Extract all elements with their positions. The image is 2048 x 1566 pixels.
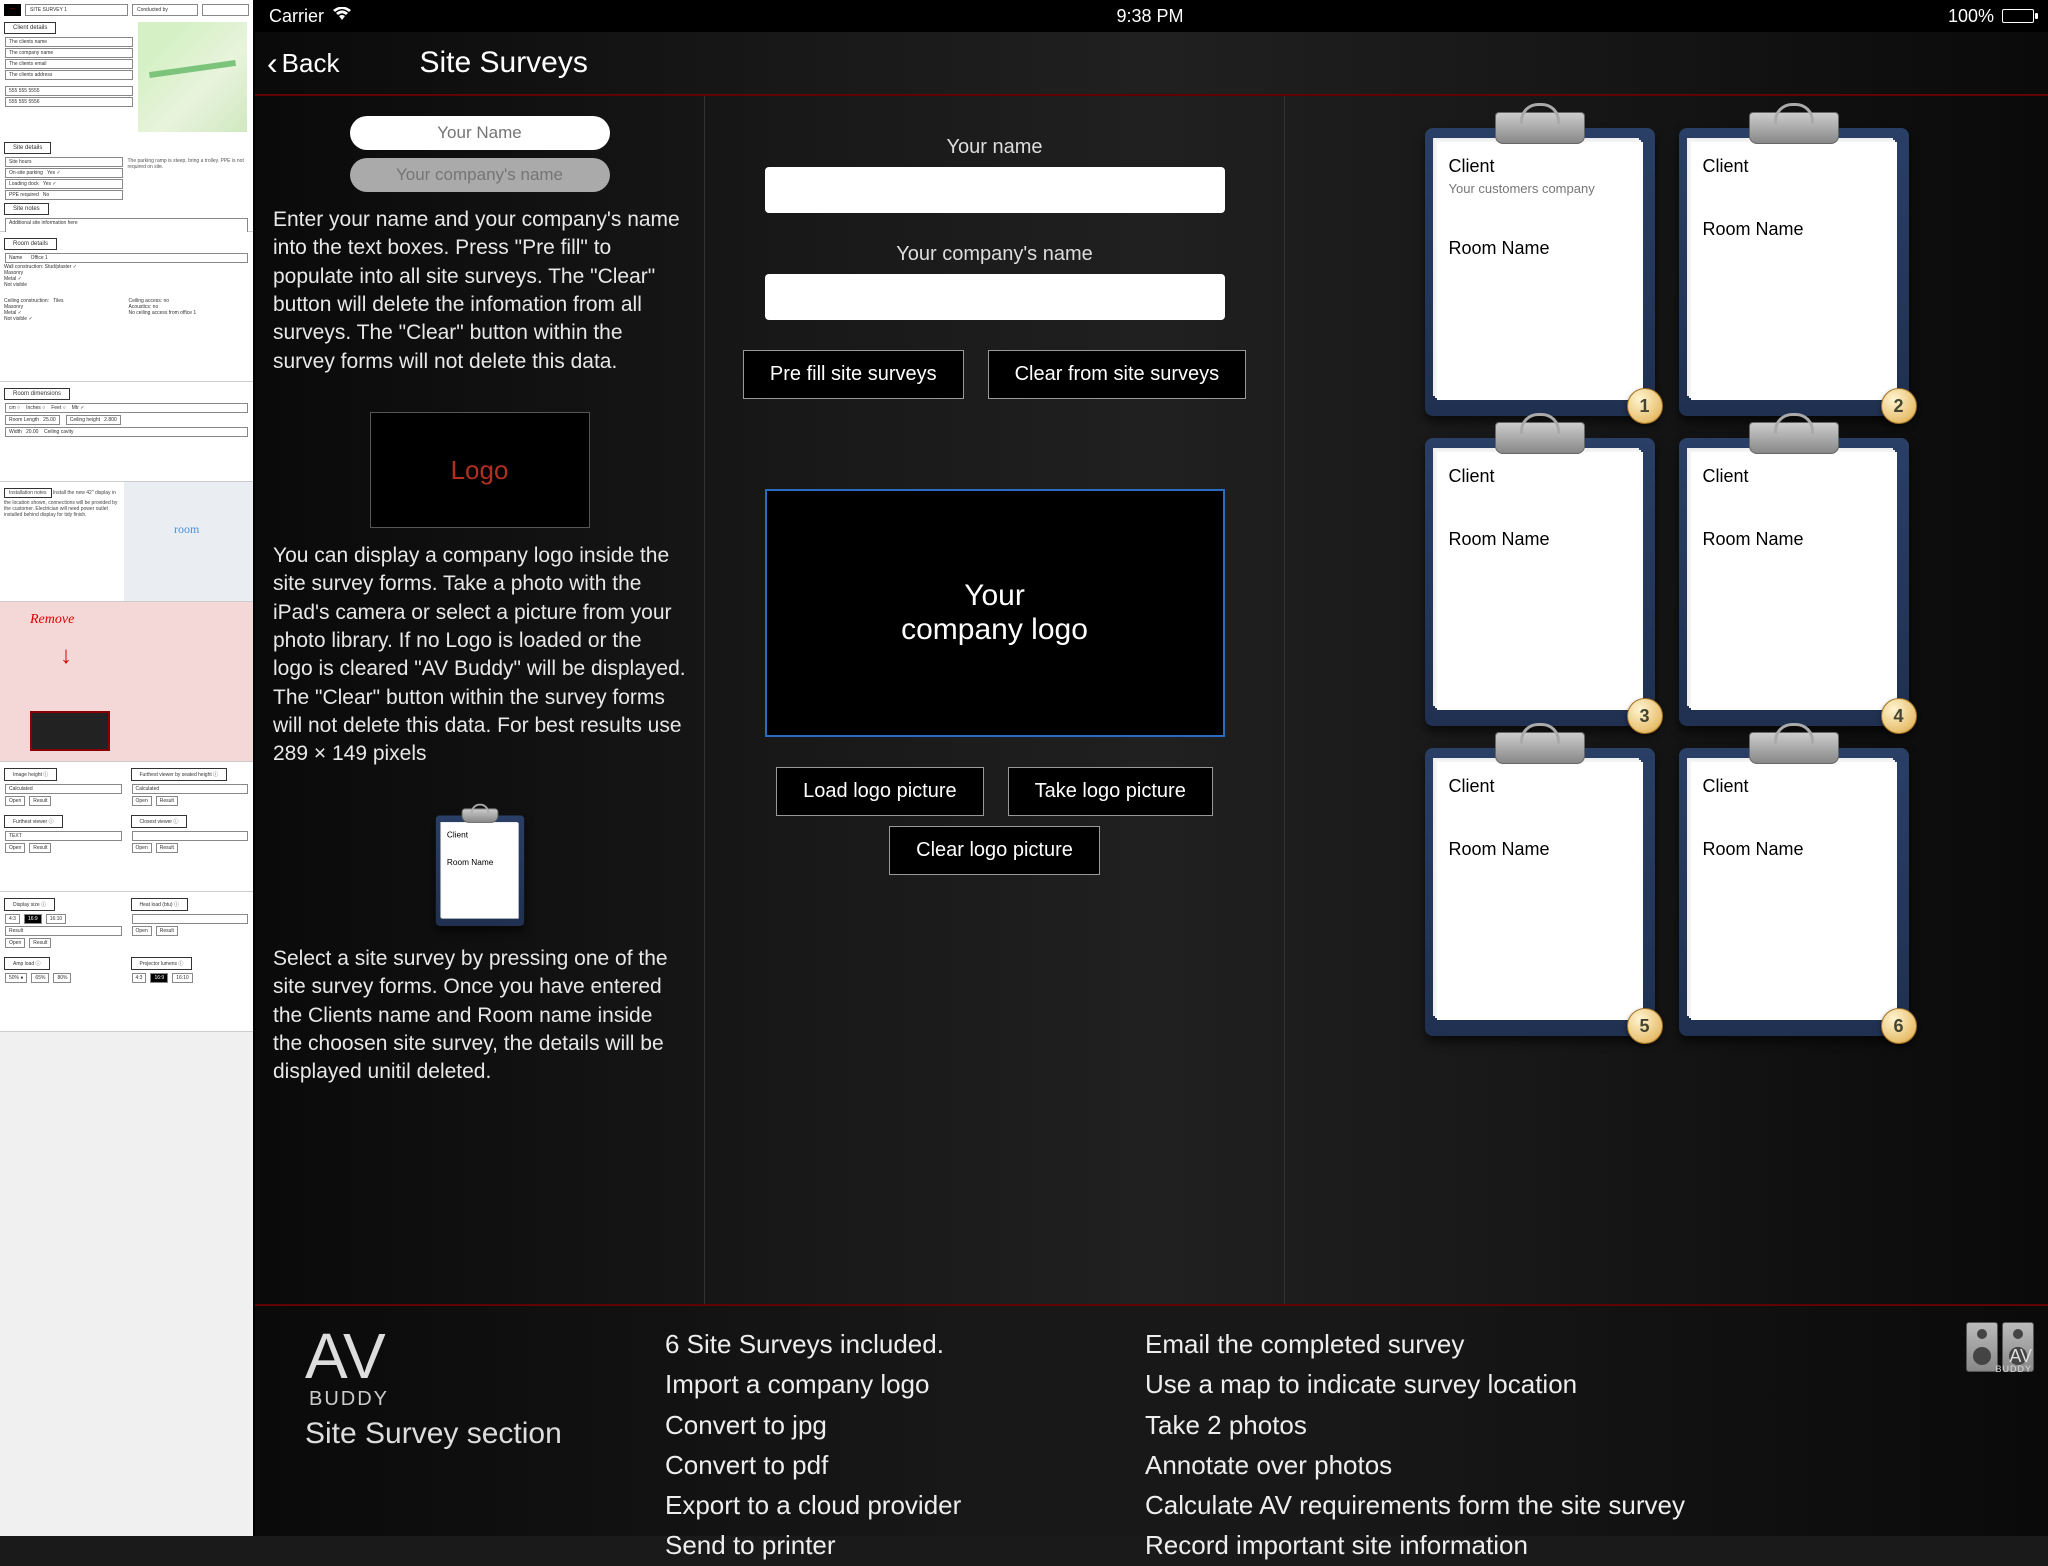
- survey-clipboard-2[interactable]: Client Room Name 2: [1679, 116, 1909, 416]
- thumb-5[interactable]: Remove ↓: [0, 602, 253, 762]
- instr-name-input[interactable]: [350, 116, 610, 150]
- survey-client: Client: [1449, 776, 1631, 797]
- footer-buddy: BUDDY: [309, 1388, 625, 1411]
- footer-item: Take 2 photos: [1145, 1405, 1685, 1445]
- thumb-4[interactable]: Installation notes Install the new 42" d…: [0, 482, 253, 602]
- status-bar: Carrier 9:38 PM 100%: [255, 0, 2048, 32]
- survey-number-badge: 6: [1881, 1008, 1917, 1044]
- footer-item: Convert to pdf: [665, 1445, 1105, 1485]
- wifi-icon: [332, 7, 352, 26]
- instructions-column: Enter your name and your company's name …: [255, 96, 705, 1304]
- instr-text-2: You can display a company logo inside th…: [273, 542, 686, 769]
- clip-icon: [1495, 422, 1585, 454]
- prefill-button[interactable]: Pre fill site surveys: [743, 350, 964, 399]
- clip-icon: [1749, 112, 1839, 144]
- footer-item: Record important site information: [1145, 1525, 1685, 1565]
- clock: 9:38 PM: [1116, 6, 1183, 27]
- battery-icon: [2002, 9, 2034, 23]
- footer-item: Convert to jpg: [665, 1405, 1105, 1445]
- name-field-label: Your name: [947, 136, 1043, 159]
- survey-clipboard-1[interactable]: Client Your customers company Room Name …: [1425, 116, 1655, 416]
- survey-clipboard-6[interactable]: Client Room Name 6: [1679, 736, 1909, 1036]
- logo-preview-thumb: Logo: [370, 412, 590, 528]
- survey-clipboard-4[interactable]: Client Room Name 4: [1679, 426, 1909, 726]
- survey-clipboard-3[interactable]: Client Room Name 3: [1425, 426, 1655, 726]
- survey-room: Room Name: [1703, 529, 1885, 550]
- instr-text-1: Enter your name and your company's name …: [273, 206, 686, 376]
- footer-av: AV: [305, 1324, 625, 1388]
- surveys-column: Client Your customers company Room Name …: [1285, 96, 2048, 1304]
- thumb-7[interactable]: Display size ⓘ 4:316:916:10 Result OpenR…: [0, 892, 253, 1032]
- survey-company: Your customers company: [1449, 181, 1631, 196]
- logo-line-1: Your: [964, 579, 1025, 613]
- carrier-label: Carrier: [269, 6, 324, 27]
- survey-client: Client: [1449, 466, 1631, 487]
- company-input[interactable]: [765, 274, 1225, 320]
- thumb-2[interactable]: Room details Name Office 1 Wall construc…: [0, 232, 253, 382]
- footer-item: Calculate AV requirements form the site …: [1145, 1485, 1685, 1525]
- clip-icon: [1749, 422, 1839, 454]
- av-buddy-logo: AVBUDDY: [1966, 1322, 2034, 1372]
- back-label: Back: [282, 48, 340, 79]
- footer-item: Import a company logo: [665, 1364, 1105, 1404]
- footer-brand: AV BUDDY Site Survey section: [305, 1324, 625, 1526]
- survey-room: Room Name: [1703, 839, 1885, 860]
- battery-percent: 100%: [1948, 6, 1994, 27]
- company-logo-box[interactable]: Your company logo: [765, 489, 1225, 737]
- thumb-1[interactable]: — SITE SURVEY 1 Conducted by Client deta…: [0, 0, 253, 232]
- thumb-3[interactable]: Room dimensions cm ○Inches ○Feet ○Mtr ✓ …: [0, 382, 253, 482]
- clip-icon: [1495, 732, 1585, 764]
- survey-clipboard-5[interactable]: Client Room Name 5: [1425, 736, 1655, 1036]
- logo-preview-label: Logo: [451, 455, 509, 486]
- footer-item: Annotate over photos: [1145, 1445, 1685, 1485]
- instr-text-3: Select a site survey by pressing one of …: [273, 945, 686, 1087]
- survey-client: Client: [1703, 156, 1885, 177]
- footer-item: Use a map to indicate survey location: [1145, 1364, 1685, 1404]
- speaker-icon: [1966, 1322, 1998, 1372]
- survey-number-badge: 4: [1881, 698, 1917, 734]
- footer-item: Email the completed survey: [1145, 1324, 1685, 1364]
- footer: AV BUDDY Site Survey section 6 Site Surv…: [255, 1306, 2048, 1536]
- clear-surveys-button[interactable]: Clear from site surveys: [988, 350, 1247, 399]
- footer-item: 6 Site Surveys included.: [665, 1324, 1105, 1364]
- mini-clipboard-icon: Client Room Name: [435, 810, 523, 926]
- name-input[interactable]: [765, 167, 1225, 213]
- back-button[interactable]: ‹ Back: [267, 47, 339, 79]
- sidebar-thumbnails: — SITE SURVEY 1 Conducted by Client deta…: [0, 0, 255, 1536]
- survey-number-badge: 3: [1627, 698, 1663, 734]
- thumb-6[interactable]: Image height ⓘ Calculated OpenResult Fur…: [0, 762, 253, 892]
- take-logo-button[interactable]: Take logo picture: [1008, 767, 1213, 816]
- chevron-left-icon: ‹: [267, 47, 278, 79]
- survey-room: Room Name: [1449, 529, 1631, 550]
- logo-line-2: company logo: [901, 613, 1088, 647]
- company-field-label: Your company's name: [896, 243, 1093, 266]
- survey-number-badge: 1: [1627, 388, 1663, 424]
- footer-item: Send to printer: [665, 1525, 1105, 1565]
- center-column: Your name Your company's name Pre fill s…: [705, 96, 1285, 1304]
- footer-features-1: 6 Site Surveys included.Import a company…: [665, 1324, 1105, 1526]
- survey-client: Client: [1703, 466, 1885, 487]
- survey-room: Room Name: [1449, 238, 1631, 259]
- survey-client: Client: [1449, 156, 1631, 177]
- survey-client: Client: [1703, 776, 1885, 797]
- clear-logo-button[interactable]: Clear logo picture: [889, 826, 1100, 875]
- page-title: Site Surveys: [419, 46, 587, 80]
- footer-item: Export to a cloud provider: [665, 1485, 1105, 1525]
- footer-features-2: Email the completed surveyUse a map to i…: [1145, 1324, 1685, 1526]
- instr-company-input[interactable]: [350, 158, 610, 192]
- survey-number-badge: 5: [1627, 1008, 1663, 1044]
- nav-header: ‹ Back Site Surveys: [255, 32, 2048, 96]
- survey-room: Room Name: [1449, 839, 1631, 860]
- clip-icon: [1749, 732, 1839, 764]
- survey-number-badge: 2: [1881, 388, 1917, 424]
- survey-room: Room Name: [1703, 219, 1885, 240]
- footer-subtitle: Site Survey section: [305, 1417, 625, 1451]
- clip-icon: [1495, 112, 1585, 144]
- load-logo-button[interactable]: Load logo picture: [776, 767, 983, 816]
